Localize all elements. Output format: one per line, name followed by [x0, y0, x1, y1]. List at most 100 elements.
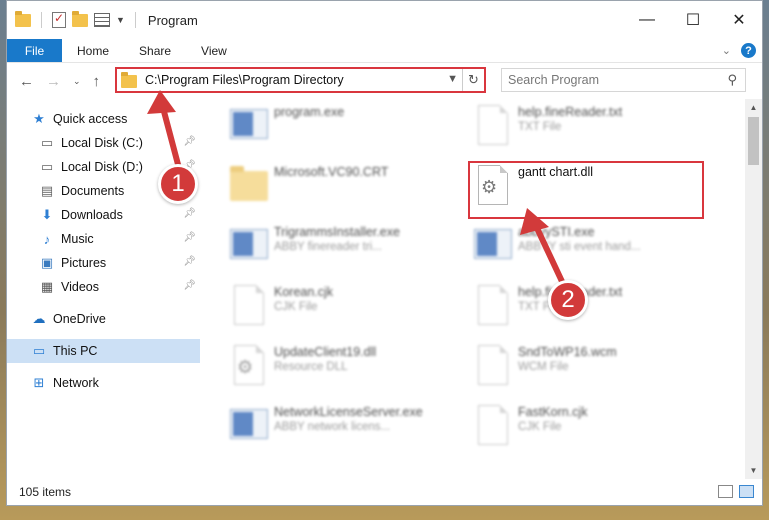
sidebar-item-label: Quick access: [53, 112, 128, 126]
ribbon-tabs: File Home Share View ⌄ ?: [7, 39, 762, 63]
pin-icon[interactable]: 📌︎: [183, 136, 196, 147]
step-badge-1: 1: [158, 164, 198, 204]
explorer-window: ▼ Program — ☐ ✕ File Home Share View ⌄ ?…: [6, 0, 763, 506]
search-placeholder: Search Program: [508, 73, 600, 87]
divider: [41, 12, 42, 28]
sidebar-item-network[interactable]: ⊞ Network: [7, 371, 200, 395]
file-name: FastKorn.cjk: [518, 405, 588, 419]
search-input[interactable]: Search Program ⚲: [501, 68, 746, 92]
file-item[interactable]: ⚙ UpdateClient19.dll Resource DLL: [228, 345, 468, 401]
star-icon: ★: [33, 111, 45, 126]
tab-view[interactable]: View: [186, 39, 242, 62]
vertical-scrollbar[interactable]: ▲ ▼: [745, 99, 762, 479]
address-row: ← → ⌄ ↑ C:\Program Files\Program Directo…: [7, 63, 762, 99]
sidebar-item-label: Local Disk (C:): [61, 136, 143, 150]
scroll-down-icon[interactable]: ▼: [745, 462, 762, 479]
step-badge-2: 2: [548, 280, 588, 320]
sidebar-item-label: Pictures: [61, 256, 107, 270]
tab-share[interactable]: Share: [124, 39, 186, 62]
properties-check-icon[interactable]: [52, 11, 66, 28]
file-item[interactable]: Microsoft.VC90.CRT: [228, 165, 468, 221]
sidebar-item-this-pc[interactable]: ▭ This PC: [7, 339, 200, 363]
file-name: help.fineReader.txt: [518, 105, 623, 119]
cloud-icon: ☁: [32, 311, 46, 326]
scroll-up-icon[interactable]: ▲: [745, 99, 762, 116]
tiles-view-icon[interactable]: [739, 485, 754, 498]
tab-file[interactable]: File: [7, 39, 62, 62]
tab-home[interactable]: Home: [62, 39, 124, 62]
pin-icon[interactable]: 📌︎: [183, 232, 196, 243]
file-item[interactable]: help.fineReader.txt TXT File: [472, 285, 712, 341]
sidebar-item-label: OneDrive: [53, 312, 106, 326]
file-type: WCM File: [518, 361, 569, 373]
address-dropdown-icon[interactable]: ▼: [447, 73, 458, 85]
file-item[interactable]: program.exe: [228, 105, 468, 161]
file-item[interactable]: Korean.cjk CJK File: [228, 285, 468, 341]
file-item[interactable]: abbyySTI.exe ABBYY sti event hand...: [472, 225, 712, 281]
file-name: program.exe: [274, 105, 345, 119]
document-icon: [228, 285, 268, 333]
file-type: CJK File: [518, 421, 562, 433]
file-item[interactable]: help.fineReader.txt TXT File: [472, 105, 712, 161]
file-item[interactable]: FastKorn.cjk CJK File: [472, 405, 712, 461]
sidebar-item-onedrive[interactable]: ☁ OneDrive: [7, 307, 200, 331]
sidebar-item-label: Music: [61, 232, 94, 246]
pin-icon[interactable]: 📌︎: [183, 280, 196, 291]
downloads-icon: ⬇: [41, 207, 53, 222]
file-name: SndToWP16.wcm: [518, 345, 617, 359]
help-icon[interactable]: ?: [741, 43, 756, 58]
view-toggle: [718, 485, 754, 498]
file-item[interactable]: NetworkLicenseServer.exe ABBY network li…: [228, 405, 468, 461]
navigation-pane: ★ Quick access ▭ Local Disk (C:) 📌︎ ▭ Lo…: [7, 99, 200, 479]
dll-gear-icon: ⚙: [228, 345, 268, 393]
folder-icon: [121, 72, 137, 88]
sidebar-item-downloads[interactable]: ⬇ Downloads 📌︎: [7, 203, 200, 227]
navigation-buttons: ← → ⌄ ↑: [7, 73, 115, 90]
folder-icon: [15, 10, 31, 27]
window-controls: — ☐ ✕: [624, 1, 762, 39]
document-icon: [472, 405, 512, 453]
pin-icon[interactable]: 📌︎: [183, 256, 196, 267]
expand-ribbon-icon[interactable]: ⌄: [722, 44, 731, 57]
details-view-icon[interactable]: [718, 485, 733, 498]
customize-icon[interactable]: [94, 13, 110, 27]
back-arrow-icon[interactable]: ←: [19, 73, 34, 90]
sidebar-item-label: Downloads: [61, 208, 123, 222]
quick-access-toolbar: ▼: [7, 10, 140, 28]
document-icon: [472, 285, 512, 333]
address-path: C:\Program Files\Program Directory: [145, 73, 344, 87]
sidebar-item-quick-access[interactable]: ★ Quick access: [7, 107, 200, 131]
exe-icon: [472, 225, 512, 273]
forward-arrow-icon[interactable]: →: [46, 73, 61, 90]
item-count: 105 items: [19, 485, 72, 499]
folder-icon: [228, 165, 268, 213]
file-type: ABBY finereader tri...: [274, 241, 382, 253]
pin-icon[interactable]: 📌︎: [183, 208, 196, 219]
address-bar[interactable]: C:\Program Files\Program Directory ▼ ↻: [115, 67, 486, 93]
disk-icon: ▭: [40, 159, 54, 174]
file-item[interactable]: SndToWP16.wcm WCM File: [472, 345, 712, 401]
recent-chevron-icon[interactable]: ⌄: [73, 76, 81, 87]
pictures-icon: ▣: [40, 255, 54, 270]
refresh-icon[interactable]: ↻: [462, 69, 484, 91]
sidebar-item-music[interactable]: ♪ Music 📌︎: [7, 227, 200, 251]
file-name: Korean.cjk: [274, 285, 334, 299]
search-icon[interactable]: ⚲: [727, 72, 737, 88]
chevron-down-icon[interactable]: ▼: [116, 15, 125, 25]
new-folder-icon[interactable]: [72, 10, 88, 27]
sidebar-item-videos[interactable]: ▦ Videos 📌︎: [7, 275, 200, 299]
file-item[interactable]: TrigrammsInstaller.exe ABBY finereader t…: [228, 225, 468, 281]
minimize-button[interactable]: —: [624, 1, 670, 39]
maximize-button[interactable]: ☐: [670, 1, 716, 39]
scroll-thumb[interactable]: [748, 117, 759, 165]
sidebar-item-local-disk-c[interactable]: ▭ Local Disk (C:) 📌︎: [7, 131, 200, 155]
up-arrow-icon[interactable]: ↑: [93, 73, 101, 90]
document-icon: [472, 105, 512, 153]
sidebar-item-label: This PC: [53, 344, 98, 358]
file-type: Resource DLL: [274, 361, 348, 373]
close-button[interactable]: ✕: [716, 1, 762, 39]
sidebar-item-pictures[interactable]: ▣ Pictures 📌︎: [7, 251, 200, 275]
content-area: ★ Quick access ▭ Local Disk (C:) 📌︎ ▭ Lo…: [7, 99, 762, 479]
videos-icon: ▦: [40, 279, 54, 294]
